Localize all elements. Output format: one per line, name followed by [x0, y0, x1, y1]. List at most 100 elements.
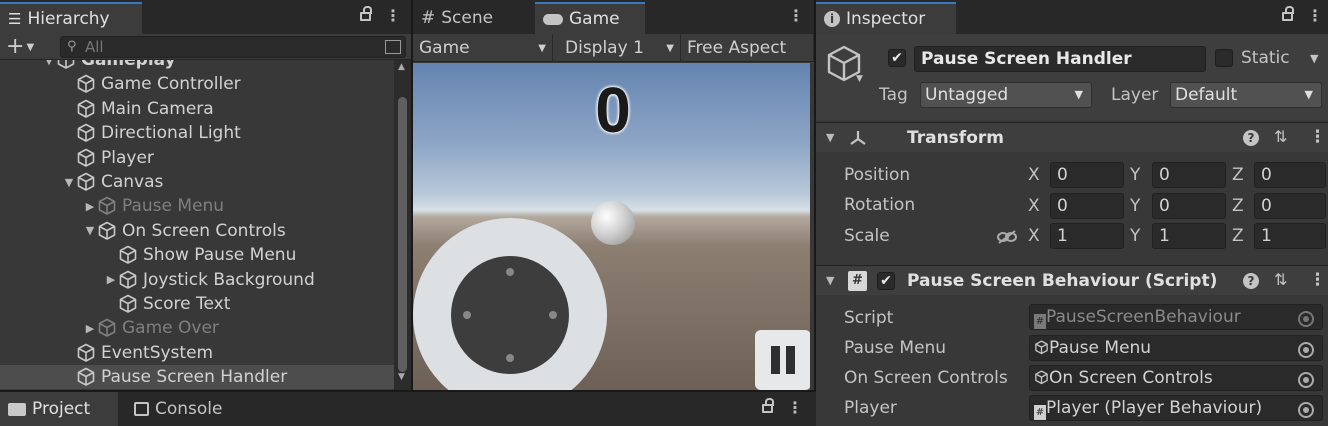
layer-label: Layer: [1111, 85, 1159, 105]
kebab-menu-icon[interactable]: ⋮: [1309, 127, 1326, 147]
chevron-down-icon[interactable]: ▼: [856, 74, 863, 84]
help-icon[interactable]: ?: [1243, 130, 1259, 146]
preset-icon[interactable]: ⇅: [1274, 270, 1287, 289]
position-y-axis-label[interactable]: Y: [1130, 165, 1140, 185]
hierarchy-item[interactable]: Show Pause Menu: [0, 243, 394, 267]
hierarchy-item[interactable]: ▼ On Screen Controls: [0, 219, 394, 243]
position-z-field[interactable]: 0: [1254, 162, 1326, 188]
aspect-dropdown[interactable]: Free Aspect: [681, 34, 814, 62]
kebab-menu-icon[interactable]: ⋮: [1307, 6, 1323, 25]
hierarchy-item[interactable]: ▶ Joystick Background: [0, 268, 394, 292]
tab-game-label: Game: [569, 9, 620, 29]
constrain-proportions-icon[interactable]: [996, 229, 1018, 245]
rotation-x-axis-label[interactable]: X: [1028, 196, 1040, 216]
scale-z-axis-label[interactable]: Z: [1232, 226, 1244, 246]
hierarchy-item[interactable]: ▶ Pause Menu: [0, 194, 394, 218]
joystick-knob[interactable]: [451, 256, 569, 374]
lock-icon[interactable]: [762, 398, 774, 413]
script-file-icon: #: [1034, 314, 1046, 329]
kebab-menu-icon[interactable]: ⋮: [788, 6, 804, 25]
transform-title: Transform: [907, 127, 1004, 148]
scale-x-axis-label[interactable]: X: [1028, 226, 1040, 246]
scale-z-field[interactable]: 1: [1254, 223, 1326, 249]
scene-picker-icon[interactable]: [385, 40, 401, 54]
foldout-right-icon[interactable]: ▶: [104, 273, 118, 286]
static-checkbox[interactable]: [1215, 49, 1233, 67]
foldout-down-icon[interactable]: ▼: [42, 60, 56, 67]
kebab-menu-icon[interactable]: ⋮: [787, 398, 803, 417]
rotation-y-axis-label[interactable]: Y: [1130, 196, 1140, 216]
hierarchy-item[interactable]: ▶ Game Over: [0, 316, 394, 340]
position-x-field[interactable]: 0: [1050, 162, 1124, 188]
rotation-x-field[interactable]: 0: [1050, 192, 1124, 219]
hierarchy-item[interactable]: Player: [0, 146, 394, 170]
hierarchy-item[interactable]: Main Camera: [0, 97, 394, 121]
foldout-down-icon[interactable]: ▼: [62, 176, 76, 189]
object-picker-icon[interactable]: [1298, 372, 1314, 388]
tab-hierarchy[interactable]: ☰ Hierarchy: [0, 2, 142, 34]
object-name-field[interactable]: Pause Screen Handler: [914, 46, 1206, 72]
scale-y-axis-label[interactable]: Y: [1130, 226, 1140, 246]
position-z-axis-label[interactable]: Z: [1232, 165, 1244, 185]
hierarchy-item[interactable]: Directional Light: [0, 121, 394, 145]
tab-project[interactable]: Project: [0, 392, 118, 426]
foldout-right-icon[interactable]: ▶: [83, 200, 97, 213]
position-x-axis-label[interactable]: X: [1028, 165, 1040, 185]
pause-button[interactable]: [755, 330, 810, 390]
foldout-down-icon[interactable]: ▼: [83, 224, 97, 237]
rotation-z-field[interactable]: 0: [1254, 192, 1326, 219]
tab-console[interactable]: Console: [126, 392, 231, 426]
tab-scene[interactable]: # Scene: [413, 2, 531, 34]
layer-dropdown[interactable]: Default ▼: [1170, 82, 1322, 108]
position-y-field[interactable]: 0: [1152, 162, 1226, 188]
kebab-menu-icon[interactable]: ⋮: [1309, 270, 1326, 290]
scroll-thumb[interactable]: [398, 97, 407, 372]
lock-icon[interactable]: [360, 6, 372, 21]
game-view-dropdown[interactable]: Game ▼: [413, 34, 553, 62]
gameobject-cube-icon: [118, 245, 138, 265]
transform-header[interactable]: ▼ Transform ? ⇅ ⋮: [816, 122, 1328, 152]
tag-dropdown[interactable]: Untagged ▼: [920, 82, 1092, 108]
hierarchy-scrollbar[interactable]: ▲ ▼: [394, 60, 411, 390]
hierarchy-item[interactable]: Pause Screen Handler: [0, 365, 394, 390]
player-field[interactable]: # Player (Player Behaviour): [1029, 395, 1323, 421]
tab-game[interactable]: Game: [535, 2, 645, 34]
help-icon[interactable]: ?: [1243, 273, 1259, 289]
hierarchy-item-label: Main Camera: [101, 98, 214, 119]
foldout-down-icon[interactable]: ▼: [826, 274, 834, 287]
pause-menu-field[interactable]: Pause Menu: [1029, 335, 1323, 361]
tab-inspector[interactable]: i Inspector: [816, 2, 956, 34]
chevron-down-icon: ▼: [1304, 88, 1313, 101]
preset-icon[interactable]: ⇅: [1274, 127, 1287, 146]
active-checkbox[interactable]: ✔: [888, 49, 906, 67]
display-value: Display 1: [565, 38, 644, 58]
hierarchy-item[interactable]: Score Text: [0, 292, 394, 316]
scroll-up-icon[interactable]: ▲: [398, 62, 405, 72]
script-enabled-checkbox[interactable]: ✔: [877, 272, 895, 290]
chevron-down-icon[interactable]: ▼: [1310, 52, 1318, 65]
add-button[interactable]: + ▼: [6, 34, 34, 60]
lock-icon[interactable]: [1282, 6, 1294, 21]
scroll-down-icon[interactable]: ▼: [398, 372, 405, 382]
display-dropdown[interactable]: Display 1 ▼: [559, 34, 681, 62]
kebab-menu-icon[interactable]: ⋮: [385, 6, 401, 25]
foldout-down-icon[interactable]: ▼: [826, 131, 834, 144]
on-screen-controls-field[interactable]: On Screen Controls: [1029, 365, 1323, 391]
tab-console-label: Console: [155, 399, 223, 419]
hierarchy-item[interactable]: EventSystem: [0, 341, 394, 365]
object-picker-icon[interactable]: [1298, 342, 1314, 358]
hierarchy-item[interactable]: ▼ Canvas: [0, 170, 394, 194]
joystick-background[interactable]: [413, 218, 607, 390]
scale-x-field[interactable]: 1: [1050, 223, 1124, 249]
rotation-y-field[interactable]: 0: [1152, 192, 1226, 219]
game-viewport[interactable]: 0: [413, 63, 810, 390]
script-body: Script # PauseScreenBehaviour Pause Menu …: [816, 296, 1328, 426]
foldout-right-icon[interactable]: ▶: [83, 322, 97, 335]
script-header[interactable]: ▼ # ✔ Pause Screen Behaviour (Script) ? …: [816, 265, 1328, 295]
search-input[interactable]: ⚲ All: [60, 36, 406, 58]
scale-y-field[interactable]: 1: [1152, 223, 1226, 249]
hierarchy-item[interactable]: ▼ Gameplay: [0, 60, 394, 72]
rotation-z-axis-label[interactable]: Z: [1232, 196, 1244, 216]
object-picker-icon[interactable]: [1298, 402, 1314, 418]
hierarchy-item[interactable]: Game Controller: [0, 72, 394, 96]
